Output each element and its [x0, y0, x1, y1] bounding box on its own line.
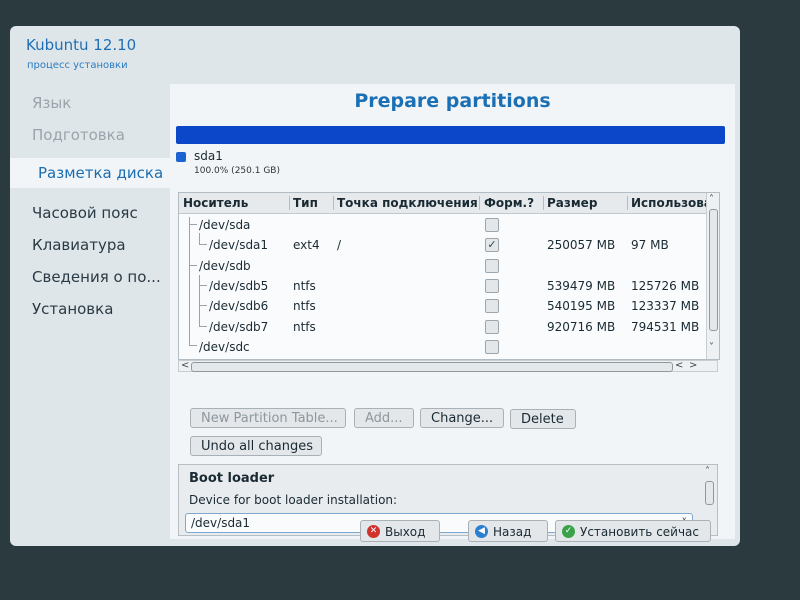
column-separator	[289, 196, 290, 210]
cell-used: 794531 MB	[631, 320, 700, 334]
cell-device: /dev/sda	[199, 218, 251, 232]
check-icon: ✓	[562, 525, 575, 538]
format-checkbox[interactable]	[485, 320, 499, 334]
partition-table[interactable]: Носитель Тип Точка подключения Форм.? Ра…	[178, 192, 720, 360]
chevron-up-icon[interactable]: ˄	[705, 467, 710, 477]
back-button[interactable]: ◀ Назад	[468, 520, 548, 542]
scrollbar-thumb[interactable]	[709, 209, 718, 331]
table-header: Носитель Тип Точка подключения Форм.? Ра…	[179, 193, 707, 214]
column-separator	[543, 196, 544, 210]
table-row[interactable]: /dev/sdb7 ntfs 920716 MB 794531 MB	[179, 317, 707, 337]
add-partition-button[interactable]: Add...	[354, 408, 414, 428]
column-header-mount[interactable]: Точка подключения	[337, 196, 477, 210]
content-panel: Prepare partitions sda1 100.0% (250.1 GB…	[170, 84, 735, 539]
cell-size: 250057 MB	[547, 238, 616, 252]
chevron-up-icon[interactable]: ˄	[709, 195, 714, 205]
column-header-type[interactable]: Тип	[293, 196, 333, 210]
cell-type: ntfs	[293, 279, 316, 293]
table-row[interactable]: /dev/sdb6 ntfs 540195 MB 123337 MB	[179, 296, 707, 316]
chevron-down-icon[interactable]: ˅	[709, 343, 714, 353]
legend-partition-size: 100.0% (250.1 GB)	[194, 166, 280, 176]
cell-device: /dev/sdb5	[209, 279, 269, 293]
back-button-label: Назад	[493, 525, 532, 539]
sidebar-item-keyboard: Клавиатура	[32, 236, 126, 254]
cell-used: 125726 MB	[631, 279, 700, 293]
checkmark-icon: ✓	[487, 238, 497, 251]
sidebar-item-partitioning: Разметка диска	[10, 158, 180, 188]
column-header-used[interactable]: Использова	[631, 196, 707, 210]
install-now-button[interactable]: ✓ Установить сейчас	[555, 520, 711, 542]
format-checkbox[interactable]	[485, 218, 499, 232]
column-header-size[interactable]: Размер	[547, 196, 627, 210]
cell-device: /dev/sdb7	[209, 320, 269, 334]
cell-device: /dev/sdb	[199, 259, 251, 273]
format-checkbox-checked[interactable]: ✓	[485, 238, 499, 252]
delete-partition-button[interactable]: Delete	[510, 409, 576, 429]
cell-size: 920716 MB	[547, 320, 616, 334]
legend-swatch	[176, 152, 186, 162]
column-separator	[479, 196, 480, 210]
sidebar-item-preparing: Подготовка	[32, 126, 125, 144]
app-subtitle: процесс установки	[27, 60, 128, 71]
cell-device: /dev/sdc	[199, 340, 250, 354]
install-now-button-label: Установить сейчас	[580, 525, 700, 539]
table-row[interactable]: /dev/sdb	[179, 256, 707, 276]
table-row[interactable]: /dev/sdc	[179, 337, 707, 357]
close-icon: ✕	[367, 525, 380, 538]
format-checkbox[interactable]	[485, 259, 499, 273]
boot-loader-label: Device for boot loader installation:	[189, 493, 398, 507]
new-partition-table-button[interactable]: New Partition Table...	[190, 408, 346, 428]
quit-button[interactable]: ✕ Выход	[360, 520, 440, 542]
table-horizontal-scrollbar[interactable]: < < >	[178, 360, 718, 372]
column-separator	[333, 196, 334, 210]
scrollbar-thumb[interactable]	[191, 362, 673, 372]
cell-type: ext4	[293, 238, 320, 252]
installer-window: Kubuntu 12.10 процесс установки Язык Под…	[10, 26, 740, 546]
table-row[interactable]: /dev/sda1 ext4 / ✓ 250057 MB 97 MB	[179, 235, 707, 255]
arrow-left-icon: ◀	[475, 525, 488, 538]
table-row[interactable]: /dev/sda	[179, 215, 707, 235]
chevron-left-icon[interactable]: <	[675, 361, 683, 371]
table-row[interactable]: /dev/sdb5 ntfs 539479 MB 125726 MB	[179, 276, 707, 296]
legend-partition-name: sda1	[194, 149, 223, 163]
sidebar-item-user-info: Сведения о по...	[32, 268, 161, 286]
sidebar-item-install: Установка	[32, 300, 114, 318]
format-checkbox[interactable]	[485, 279, 499, 293]
cell-type: ntfs	[293, 299, 316, 313]
chevron-right-icon[interactable]: >	[689, 361, 697, 371]
cell-device: /dev/sdb6	[209, 299, 269, 313]
table-vertical-scrollbar[interactable]: ˄ ˅	[706, 193, 719, 359]
cell-used: 123337 MB	[631, 299, 700, 313]
partition-usage-bar	[176, 126, 725, 144]
boot-loader-title: Boot loader	[189, 471, 275, 486]
column-header-format[interactable]: Форм.?	[484, 196, 542, 210]
boot-loader-device-value: /dev/sda1	[191, 516, 251, 530]
sidebar-item-language: Язык	[32, 94, 72, 112]
cell-used: 97 MB	[631, 238, 669, 252]
cell-size: 540195 MB	[547, 299, 616, 313]
column-separator	[627, 196, 628, 210]
cell-device: /dev/sda1	[209, 238, 269, 252]
cell-type: ntfs	[293, 320, 316, 334]
chevron-left-icon[interactable]: <	[181, 361, 189, 371]
cell-size: 539479 MB	[547, 279, 616, 293]
format-checkbox[interactable]	[485, 340, 499, 354]
format-checkbox[interactable]	[485, 299, 499, 313]
quit-button-label: Выход	[385, 525, 426, 539]
undo-all-changes-button[interactable]: Undo all changes	[190, 436, 322, 456]
cell-mount: /	[337, 238, 342, 252]
page-title: Prepare partitions	[354, 90, 551, 112]
column-header-device[interactable]: Носитель	[183, 196, 287, 210]
scrollbar-thumb[interactable]	[705, 481, 714, 505]
sidebar-item-timezone: Часовой пояс	[32, 204, 138, 222]
change-partition-button[interactable]: Change...	[420, 408, 504, 428]
app-title: Kubuntu 12.10	[26, 36, 137, 54]
